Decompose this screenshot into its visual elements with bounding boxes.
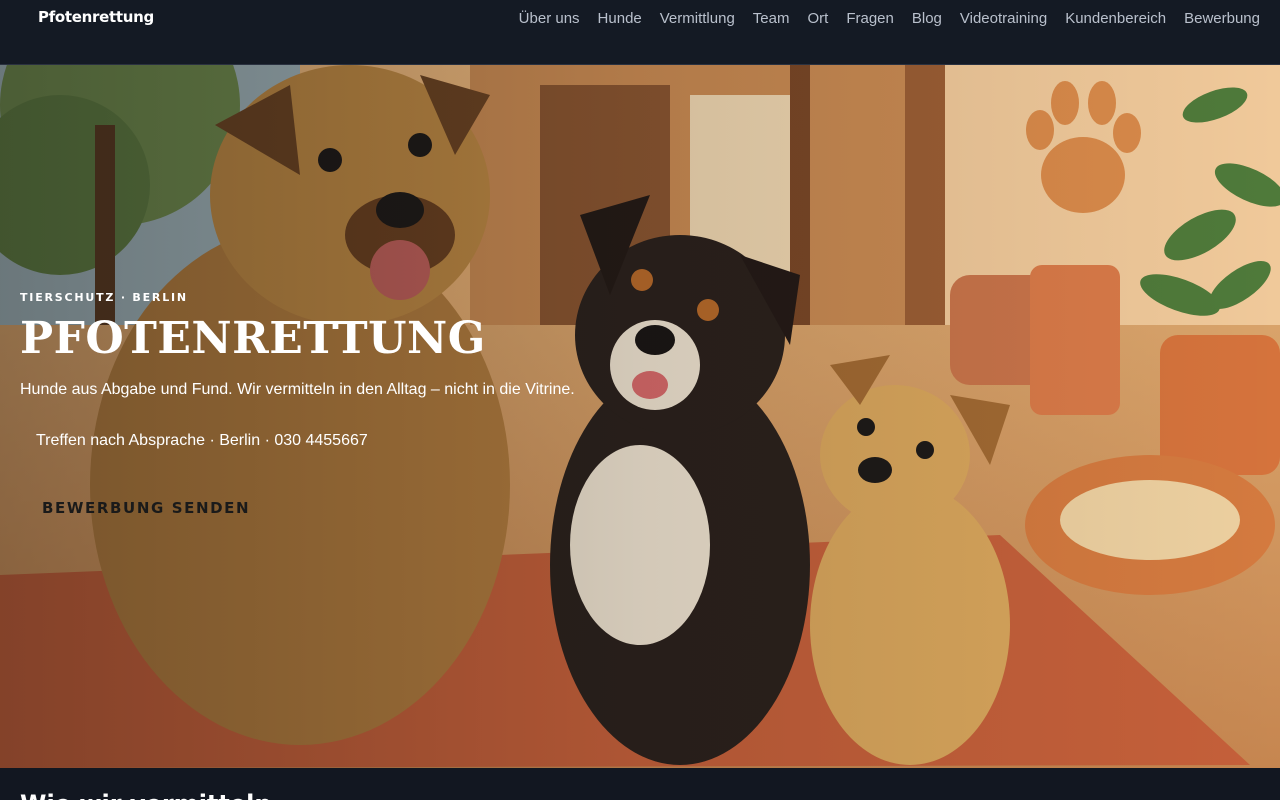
nav-link-ort[interactable]: Ort [807,10,828,27]
hero-title: PFOTENRETTUNG [20,313,486,364]
nav-link-hunde[interactable]: Hunde [598,10,642,27]
nav-link-blog[interactable]: Blog [912,10,942,27]
nav-link-videotraining[interactable]: Videotraining [960,10,1047,27]
nav-link-ueber-uns[interactable]: Über uns [519,10,580,27]
site-header: Pfotenrettung Über uns Hunde Vermittlung… [0,0,1280,65]
process-section: Wie wir vermitteln [0,768,1280,800]
hero-overlay [0,65,1280,768]
nav-link-bewerbung[interactable]: Bewerbung [1184,10,1260,27]
nav-link-team[interactable]: Team [753,10,790,27]
hero-contact-info: Treffen nach Absprache · Berlin · 030 44… [36,432,368,449]
nav-link-kundenbereich[interactable]: Kundenbereich [1065,10,1166,27]
send-application-button[interactable]: BEWERBUNG SENDEN [24,485,268,531]
nav-link-vermittlung[interactable]: Vermittlung [660,10,735,27]
nav-link-fragen[interactable]: Fragen [846,10,894,27]
hero-eyebrow: TIERSCHUTZ · BERLIN [20,291,188,304]
section-heading: Wie wir vermitteln [20,790,271,800]
hero-section: TIERSCHUTZ · BERLIN PFOTENRETTUNG Hunde … [0,65,1280,768]
main-nav: Über uns Hunde Vermittlung Team Ort Frag… [519,10,1260,27]
hero-subtitle: Hunde aus Abgabe und Fund. Wir vermittel… [20,381,575,398]
brand-logo-link[interactable]: Pfotenrettung [38,8,154,26]
